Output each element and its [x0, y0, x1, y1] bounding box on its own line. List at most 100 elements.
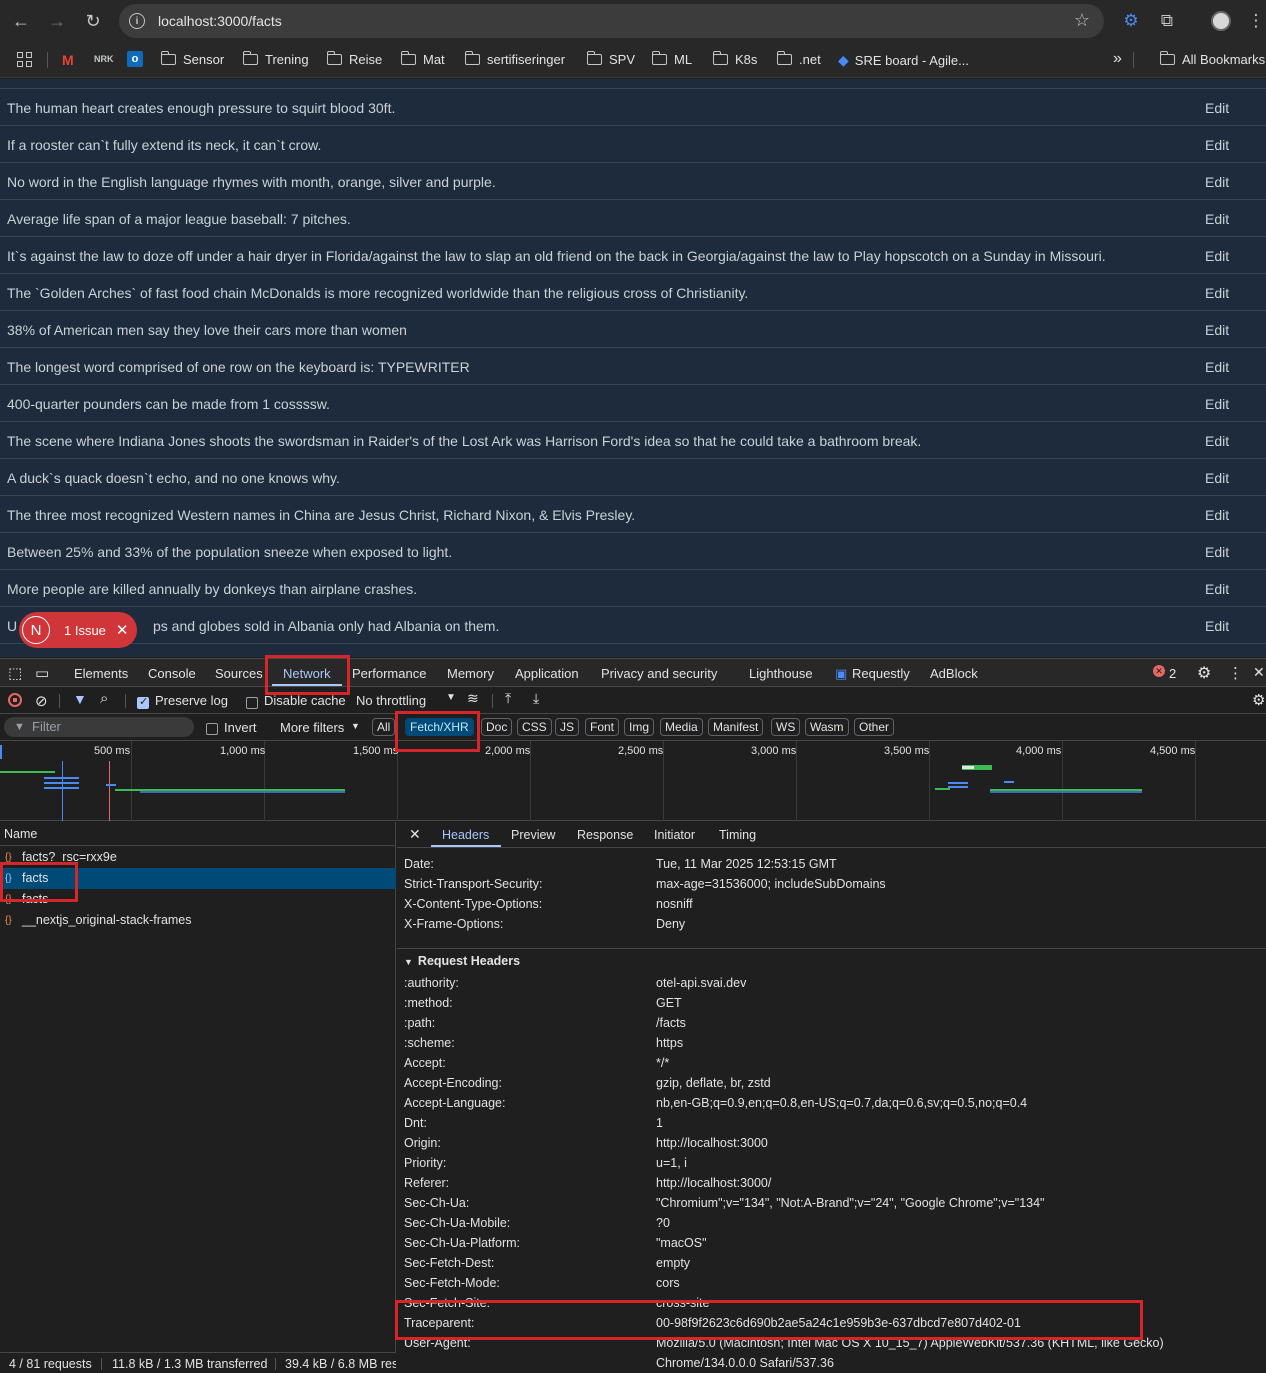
- preserve-log-checkbox[interactable]: [137, 694, 149, 709]
- export-har-icon[interactable]: ⤓: [533, 690, 539, 707]
- bookmark-folder-reise[interactable]: Reise: [326, 51, 382, 67]
- bookmark-folder-mat[interactable]: Mat: [400, 51, 445, 67]
- disable-cache-checkbox[interactable]: [246, 694, 258, 709]
- network-settings-icon[interactable]: ⚙: [1252, 691, 1265, 709]
- tab-requestly[interactable]: Requestly: [852, 666, 910, 681]
- edit-link[interactable]: Edit: [1205, 470, 1229, 486]
- tab-adblock[interactable]: AdBlock: [930, 666, 978, 681]
- issues-badge[interactable]: N 1 Issue ✕: [19, 612, 137, 648]
- type-filter-doc[interactable]: Doc: [481, 718, 513, 736]
- all-bookmarks-button[interactable]: All Bookmarks: [1159, 51, 1265, 67]
- throttling-select[interactable]: No throttling: [356, 693, 426, 708]
- tab-privacy-security[interactable]: Privacy and security: [601, 666, 717, 681]
- edit-link[interactable]: Edit: [1205, 581, 1229, 597]
- import-har-icon[interactable]: ⤒: [505, 690, 511, 707]
- tab-response[interactable]: Response: [577, 828, 633, 842]
- request-row[interactable]: {} facts?_rsc=rxx9e: [0, 847, 396, 868]
- invert-checkbox[interactable]: [206, 721, 218, 735]
- edit-link[interactable]: Edit: [1205, 396, 1229, 412]
- type-filter-manifest[interactable]: Manifest: [708, 718, 764, 736]
- tab-timing[interactable]: Timing: [719, 828, 756, 842]
- type-filter-fetch-xhr[interactable]: Fetch/XHR: [405, 718, 474, 736]
- type-filter-media[interactable]: Media: [660, 718, 703, 736]
- inspect-element-icon[interactable]: ⬚: [8, 664, 22, 682]
- tab-lighthouse[interactable]: Lighthouse: [749, 666, 813, 681]
- devtools-menu-icon[interactable]: ⋮: [1228, 664, 1243, 682]
- bookmark-folder-sertifiseringer[interactable]: sertifiseringer: [464, 51, 565, 67]
- settings-gear-icon[interactable]: ⚙: [1197, 663, 1211, 683]
- request-headers-section[interactable]: ▼ Request Headers: [397, 948, 1266, 972]
- chevron-down-icon[interactable]: ▼: [446, 692, 456, 703]
- request-row[interactable]: {} __nextjs_original-stack-frames: [0, 910, 396, 931]
- edit-link[interactable]: Edit: [1205, 137, 1229, 153]
- bookmark-folder-ml[interactable]: ML: [651, 51, 692, 67]
- network-conditions-icon[interactable]: ≋: [467, 690, 479, 707]
- request-row-selected[interactable]: {} facts: [0, 868, 396, 889]
- edit-link[interactable]: Edit: [1205, 322, 1229, 338]
- invert-label[interactable]: Invert: [224, 720, 257, 735]
- preserve-log-label[interactable]: Preserve log: [155, 693, 228, 708]
- type-filter-all[interactable]: All: [372, 718, 396, 736]
- tab-elements[interactable]: Elements: [74, 666, 128, 681]
- edit-link[interactable]: Edit: [1205, 433, 1229, 449]
- bookmark-folder-net[interactable]: .net: [776, 51, 821, 67]
- edit-link[interactable]: Edit: [1205, 507, 1229, 523]
- nrk-icon[interactable]: NRK: [94, 54, 114, 64]
- tab-network[interactable]: Network: [283, 666, 331, 681]
- triangle-down-icon[interactable]: ▼: [404, 957, 413, 967]
- address-bar[interactable]: i localhost:3000/facts ☆: [119, 4, 1104, 38]
- edit-link[interactable]: Edit: [1205, 285, 1229, 301]
- url-text[interactable]: localhost:3000/facts: [158, 13, 282, 29]
- browser-menu-icon[interactable]: ⋮: [1246, 0, 1266, 42]
- error-icon[interactable]: ✕: [1153, 665, 1165, 677]
- tab-console[interactable]: Console: [148, 666, 196, 681]
- type-filter-js[interactable]: JS: [555, 718, 580, 736]
- reload-icon[interactable]: ↻: [76, 4, 110, 38]
- bookmark-folder-trening[interactable]: Trening: [242, 51, 309, 67]
- bookmark-sre-board[interactable]: ◆ SRE board - Agile...: [838, 52, 969, 69]
- profile-avatar[interactable]: [1208, 0, 1234, 42]
- bookmark-folder-sensor[interactable]: Sensor: [160, 51, 224, 67]
- name-column-header[interactable]: Name: [0, 822, 395, 846]
- apps-grid-icon[interactable]: [17, 52, 32, 67]
- gmail-icon[interactable]: M: [62, 52, 74, 68]
- type-filter-css[interactable]: CSS: [517, 718, 552, 736]
- request-row[interactable]: {} facts: [0, 889, 396, 910]
- chevron-down-icon[interactable]: ▼: [351, 721, 360, 731]
- network-timeline-overview[interactable]: 500 ms 1,000 ms 1,500 ms 2,000 ms 2,500 …: [0, 741, 1266, 821]
- type-filter-ws[interactable]: WS: [771, 718, 801, 736]
- extensions-icon[interactable]: ⧉: [1154, 0, 1180, 42]
- more-filters-button[interactable]: More filters: [280, 720, 344, 735]
- type-filter-other[interactable]: Other: [854, 718, 895, 736]
- edit-link[interactable]: Edit: [1205, 248, 1229, 264]
- edit-link[interactable]: Edit: [1205, 211, 1229, 227]
- type-filter-wasm[interactable]: Wasm: [805, 718, 849, 736]
- search-icon[interactable]: ⌕: [100, 690, 108, 707]
- tab-headers[interactable]: Headers: [442, 828, 489, 842]
- tab-application[interactable]: Application: [515, 666, 579, 681]
- tab-memory[interactable]: Memory: [447, 666, 494, 681]
- bookmark-folder-k8s[interactable]: K8s: [712, 51, 757, 67]
- edit-link[interactable]: Edit: [1205, 618, 1229, 634]
- clear-icon[interactable]: ⊘: [35, 692, 48, 710]
- disable-cache-label[interactable]: Disable cache: [264, 693, 346, 708]
- edit-link[interactable]: Edit: [1205, 174, 1229, 190]
- type-filter-font[interactable]: Font: [585, 718, 620, 736]
- close-icon[interactable]: ✕: [116, 621, 129, 639]
- device-toolbar-icon[interactable]: ▭: [35, 664, 49, 682]
- edit-link[interactable]: Edit: [1205, 100, 1229, 116]
- tab-sources[interactable]: Sources: [215, 666, 263, 681]
- filter-input[interactable]: ▼ Filter: [4, 717, 194, 737]
- type-filter-img[interactable]: Img: [624, 718, 655, 736]
- edit-link[interactable]: Edit: [1205, 359, 1229, 375]
- record-stop-icon[interactable]: [8, 693, 22, 707]
- forward-icon[interactable]: →: [40, 4, 74, 38]
- bookmarks-overflow-icon[interactable]: »: [1113, 50, 1122, 68]
- issues-label[interactable]: 1 Issue: [64, 623, 106, 638]
- back-icon[interactable]: ←: [4, 4, 38, 38]
- tab-initiator[interactable]: Initiator: [654, 828, 695, 842]
- tab-performance[interactable]: Performance: [352, 666, 426, 681]
- close-detail-icon[interactable]: ✕: [409, 826, 421, 843]
- edit-link[interactable]: Edit: [1205, 544, 1229, 560]
- site-info-icon[interactable]: i: [129, 13, 145, 29]
